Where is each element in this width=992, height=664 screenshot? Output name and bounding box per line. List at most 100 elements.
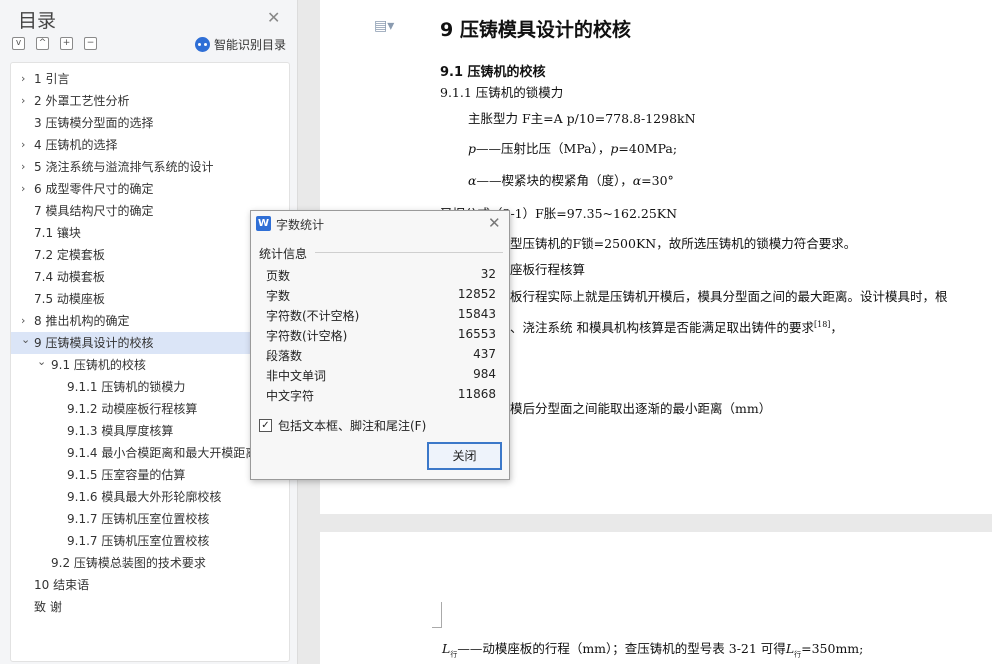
stat-value: 11868: [457, 387, 496, 401]
toc-item[interactable]: 9.1.1 压铸机的锁模力: [11, 376, 289, 398]
doc-line: α——楔紧块的楔紧角（度），α=30°: [468, 173, 674, 188]
collapse-chevron-icon[interactable]: ⌄: [37, 351, 46, 373]
include-textbox-checkbox[interactable]: ✓ 包括文本框、脚注和尾注(F): [259, 417, 426, 434]
stat-row: 段落数 437: [266, 347, 496, 367]
expand-chevron-icon[interactable]: ›: [21, 134, 25, 156]
close-button[interactable]: 关闭: [427, 442, 502, 470]
toc-item[interactable]: › 2 外罩工艺性分析: [11, 90, 289, 112]
stat-value: 32: [480, 267, 496, 281]
toc-item-label: 9.1.3 模具厚度核算: [67, 424, 174, 438]
sidebar-title: 目录: [18, 10, 57, 32]
dialog-close-icon[interactable]: ✕: [488, 214, 501, 232]
toc-item-label: 10 结束语: [34, 578, 90, 592]
stat-value: 984: [473, 367, 496, 381]
stat-row: 中文字符 11868: [266, 387, 496, 407]
toc-item[interactable]: 9.2 压铸模总装图的技术要求: [11, 552, 289, 574]
toc-item[interactable]: 3 压铸模分型面的选择: [11, 112, 289, 134]
stat-key: 字符数(不计空格): [266, 309, 360, 323]
toc-item[interactable]: 10 结束语: [11, 574, 289, 596]
toc-item[interactable]: 7 模具结构尺寸的确定: [11, 200, 289, 222]
collapse-all-icon[interactable]: v: [12, 37, 25, 50]
toc-item[interactable]: 9.1.2 动模座板行程核算: [11, 398, 289, 420]
toc-item[interactable]: 7.2 定模套板: [11, 244, 289, 266]
toc-item-label: 3 压铸模分型面的选择: [34, 116, 154, 130]
checkbox-label: 包括文本框、脚注和尾注(F): [278, 419, 427, 433]
toc-item[interactable]: 9.1.5 压室容量的估算: [11, 464, 289, 486]
toc-item[interactable]: › 8 推出机构的确定: [11, 310, 289, 332]
sidebar-close-icon[interactable]: ✕: [267, 8, 280, 27]
toc-item[interactable]: ⌄ 9.1 压铸机的校核: [11, 354, 289, 376]
add-heading-icon[interactable]: +: [60, 37, 73, 50]
stat-key: 段落数: [266, 349, 303, 363]
toc-item-label: 9.2 压铸模总装图的技术要求: [51, 556, 206, 570]
stats-section-label: 统计信息: [259, 247, 308, 261]
toc-item[interactable]: 7.4 动模套板: [11, 266, 289, 288]
document-page-2: L行——动模座板的行程（mm）；查压铸机的型号表 3-21 可得L行=350mm…: [320, 532, 992, 664]
stat-value: 16553: [457, 327, 496, 341]
toc-item[interactable]: 9.1.7 压铸机压室位置校核: [11, 530, 289, 552]
toc-item-label: 7.4 动模套板: [34, 270, 105, 284]
document-menu-icon[interactable]: ▤▾: [374, 18, 394, 34]
robot-icon: [195, 37, 210, 52]
toc-item[interactable]: › 4 压铸机的选择: [11, 134, 289, 156]
expand-chevron-icon[interactable]: ›: [21, 68, 25, 90]
toc-item[interactable]: 7.1 镶块: [11, 222, 289, 244]
toc-item-label: 9.1.7 压铸机压室位置校核: [67, 534, 210, 548]
doc-line: 座板行程核算: [510, 262, 586, 277]
smart-detect-label: 智能识别目录: [214, 38, 287, 52]
doc-line: 、浇注系统 和模具机构核算是否能满足取出铸件的要求[18]，: [510, 319, 843, 335]
checkbox-check-icon: ✓: [259, 419, 272, 432]
wps-logo-icon: W: [256, 216, 271, 231]
toc-item-label: 7.2 定模套板: [34, 248, 105, 262]
toc-item[interactable]: 9.1.7 压铸机压室位置校核: [11, 508, 289, 530]
toc-item[interactable]: ⌄ 9 压铸模具设计的校核: [11, 332, 289, 354]
toc-item-label: 9.1.5 压室容量的估算: [67, 468, 186, 482]
toc-item-label: 7.5 动模座板: [34, 292, 105, 306]
stat-value: 437: [473, 347, 496, 361]
toc-item[interactable]: › 6 成型零件尺寸的确定: [11, 178, 289, 200]
stat-row: 字数 12852: [266, 287, 496, 307]
doc-line: 板行程实际上就是压铸机开模后，模具分型面之间的最大距离。设计模具时，根: [510, 289, 948, 304]
toc-item-label: 6 成型零件尺寸的确定: [34, 182, 154, 196]
toc-list: › 1 引言 › 2 外罩工艺性分析 3 压铸模分型面的选择 › 4 压铸机的选择 › 5 浇注…: [10, 62, 290, 662]
expand-up-icon[interactable]: ^: [36, 37, 49, 50]
subsection-heading: 9.1.1 压铸机的锁模力: [440, 85, 564, 100]
toc-item-label: 9.1 压铸机的校核: [51, 358, 146, 372]
toc-item-label: 5 浇注系统与溢流排气系统的设计: [34, 160, 214, 174]
toc-item-label: 1 引言: [34, 72, 70, 86]
stat-value: 12852: [457, 287, 496, 301]
stat-row: 页数 32: [266, 267, 496, 287]
toc-item[interactable]: 9.1.4 最小合模距离和最大开模距离: [11, 442, 289, 464]
toc-item[interactable]: 9.1.3 模具厚度核算: [11, 420, 289, 442]
toc-item-label: 9.1.2 动模座板行程核算: [67, 402, 198, 416]
section-divider: [315, 252, 503, 253]
stat-row: 字符数(计空格) 16553: [266, 327, 496, 347]
toc-item-label: 9.1.6 模具最大外形轮廓校核: [67, 490, 222, 504]
smart-detect-toc-button[interactable]: 智能识别目录: [195, 36, 286, 53]
toc-item[interactable]: › 1 引言: [11, 68, 289, 90]
stat-key: 非中文单词: [266, 369, 327, 383]
dialog-title: 字数统计: [276, 218, 325, 232]
section-heading: 9.1 压铸机的校核: [440, 65, 546, 80]
toc-item[interactable]: 9.1.6 模具最大外形轮廓校核: [11, 486, 289, 508]
stat-key: 字数: [266, 289, 291, 303]
toc-item[interactable]: 7.5 动模座板: [11, 288, 289, 310]
expand-chevron-icon[interactable]: ›: [21, 90, 25, 112]
toc-item[interactable]: 致 谢: [11, 596, 289, 618]
expand-chevron-icon[interactable]: ›: [21, 178, 25, 200]
stat-row: 字符数(不计空格) 15843: [266, 307, 496, 327]
doc-line: p——压射比压（MPa），p=40MPa;: [468, 141, 678, 156]
stat-key: 字符数(计空格): [266, 329, 348, 343]
remove-heading-icon[interactable]: −: [84, 37, 97, 50]
doc-line: L行——动模座板的行程（mm）；查压铸机的型号表 3-21 可得L行=350mm…: [442, 641, 864, 659]
toc-item-label: 7 模具结构尺寸的确定: [34, 204, 154, 218]
doc-line: 模后分型面之间能取出逐渐的最小距离（mm）: [510, 401, 772, 416]
toc-item-label: 2 外罩工艺性分析: [34, 94, 130, 108]
stat-value: 15843: [457, 307, 496, 321]
toc-item-label: 9.1.4 最小合模距离和最大开模距离: [67, 446, 258, 460]
dialog-titlebar[interactable]: W 字数统计 ✕: [251, 211, 509, 237]
expand-chevron-icon[interactable]: ›: [21, 156, 25, 178]
toc-item-label: 7.1 镶块: [34, 226, 81, 240]
collapse-chevron-icon[interactable]: ⌄: [21, 329, 30, 351]
toc-item[interactable]: › 5 浇注系统与溢流排气系统的设计: [11, 156, 289, 178]
